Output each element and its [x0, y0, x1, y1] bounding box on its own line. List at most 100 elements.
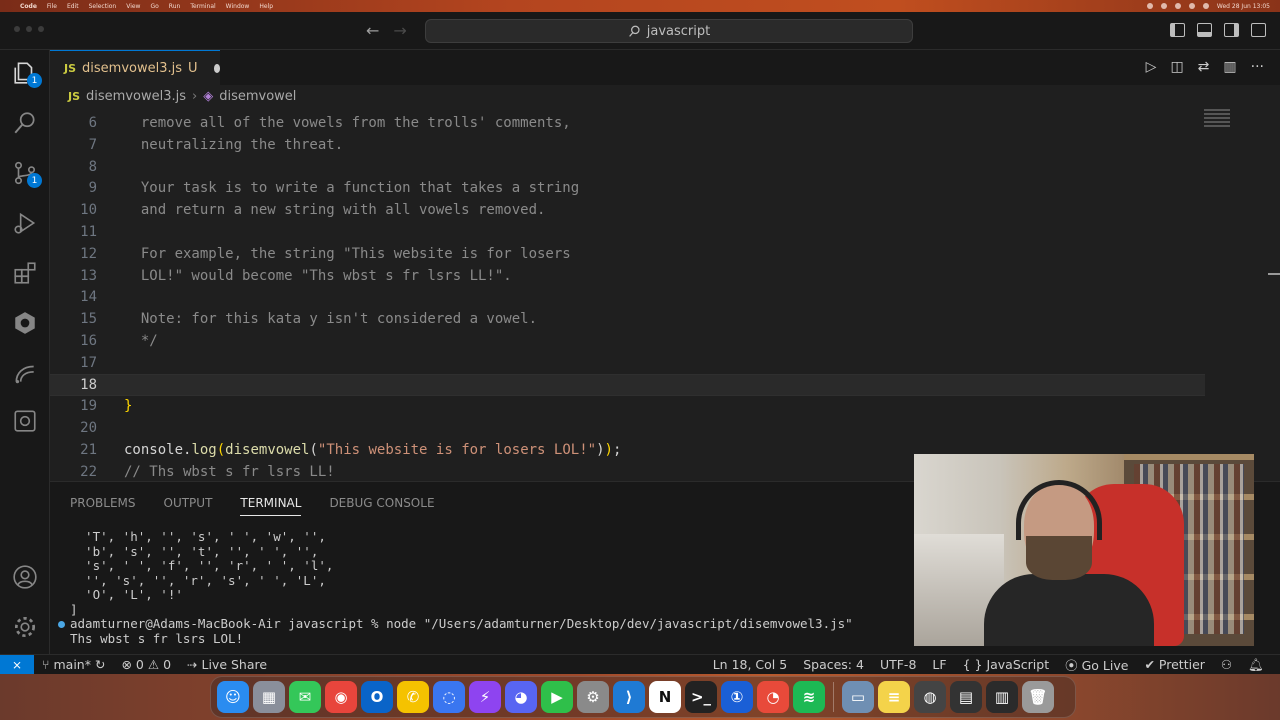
dock-app-finder-icon[interactable]: ☺: [217, 681, 249, 713]
breadcrumb-symbol[interactable]: disemvowel: [219, 89, 296, 104]
language-mode[interactable]: { } JavaScript: [963, 657, 1050, 672]
toggle-primary-sidebar-icon[interactable]: [1170, 23, 1185, 37]
code-line[interactable]: 6 remove all of the vowels from the trol…: [50, 112, 1205, 134]
dock-app-signal-icon[interactable]: ◌: [433, 681, 465, 713]
compare-icon[interactable]: ⇄: [1198, 59, 1210, 75]
code-line[interactable]: 14: [50, 286, 1205, 308]
go-live-button[interactable]: ⦿ Go Live: [1065, 655, 1128, 674]
tab-debug-console[interactable]: DEBUG CONSOLE: [329, 496, 434, 516]
forward-arrow-icon[interactable]: →: [393, 21, 406, 40]
unsaved-dot-icon[interactable]: [213, 63, 220, 73]
code-line[interactable]: 9 Your task is to write a function that …: [50, 177, 1205, 199]
problems-indicator[interactable]: ⊗ 0 ⚠ 0: [121, 657, 171, 672]
dock-app-activity-icon[interactable]: ◍: [914, 681, 946, 713]
dock-app-notion-icon[interactable]: N: [649, 681, 681, 713]
toggle-secondary-sidebar-icon[interactable]: [1224, 23, 1239, 37]
split-editor-icon[interactable]: ▥: [1223, 59, 1236, 75]
menu-edit[interactable]: Edit: [67, 3, 79, 10]
menu-view[interactable]: View: [126, 3, 140, 10]
run-debug-icon[interactable]: [12, 210, 38, 236]
dock-app-discord-icon[interactable]: ◕: [505, 681, 537, 713]
explorer-icon[interactable]: 1: [12, 60, 42, 88]
minimize-window-button[interactable]: [26, 26, 32, 32]
close-window-button[interactable]: [14, 26, 20, 32]
code-line[interactable]: 16 */: [50, 330, 1205, 352]
menubar-clock[interactable]: Wed 28 Jun 13:05: [1217, 3, 1270, 10]
dock-app-chrome-icon[interactable]: ◉: [325, 681, 357, 713]
testing-icon[interactable]: [12, 408, 38, 434]
encoding[interactable]: UTF-8: [880, 657, 916, 672]
dock-app-whatsapp-icon[interactable]: ✆: [397, 681, 429, 713]
code-line[interactable]: 7 neutralizing the threat.: [50, 134, 1205, 156]
back-arrow-icon[interactable]: ←: [366, 21, 379, 40]
status-icon[interactable]: [1174, 3, 1181, 9]
code-editor[interactable]: 6 remove all of the vowels from the trol…: [50, 107, 1280, 481]
accounts-icon[interactable]: [12, 564, 38, 590]
open-changes-icon[interactable]: ◫: [1170, 59, 1183, 75]
manage-gear-icon[interactable]: [12, 614, 38, 640]
tab-disemvowel3-js[interactable]: JS disemvowel3.js U: [50, 50, 220, 85]
code-line[interactable]: 10 and return a new string with all vowe…: [50, 199, 1205, 221]
branch-indicator[interactable]: ⑂ main* ↻: [42, 657, 105, 672]
menu-help[interactable]: Help: [259, 3, 273, 10]
code-line[interactable]: 11: [50, 221, 1205, 243]
status-icon[interactable]: [1160, 3, 1167, 9]
dock-app-spotify-icon[interactable]: ≋: [793, 681, 825, 713]
menu-file[interactable]: File: [47, 3, 57, 10]
code-line[interactable]: 18: [50, 373, 1205, 396]
dock-app-outlook-icon[interactable]: O: [361, 681, 393, 713]
tab-terminal[interactable]: TERMINAL: [240, 496, 302, 516]
tab-output[interactable]: OUTPUT: [164, 496, 213, 516]
code-line[interactable]: 15 Note: for this kata y isn't considere…: [50, 308, 1205, 330]
remote-indicator-icon[interactable]: ⨯: [0, 654, 34, 675]
cursor-position[interactable]: Ln 18, Col 5: [713, 657, 788, 672]
dock-app-vs-code-icon[interactable]: ⟩: [613, 681, 645, 713]
dock-app-terminal-icon[interactable]: >_: [685, 681, 717, 713]
status-icon[interactable]: [1146, 3, 1153, 9]
live-share-button[interactable]: ⇢ Live Share: [187, 657, 267, 672]
run-file-icon[interactable]: ▷: [1146, 59, 1157, 75]
extensions-icon[interactable]: [12, 260, 38, 286]
tab-problems[interactable]: PROBLEMS: [70, 496, 136, 516]
menu-run[interactable]: Run: [169, 3, 181, 10]
indentation[interactable]: Spaces: 4: [803, 657, 864, 672]
menu-go[interactable]: Go: [150, 3, 158, 10]
dock-app-launchpad-icon[interactable]: ▦: [253, 681, 285, 713]
accounts-status-icon[interactable]: ⚇: [1221, 657, 1232, 672]
dock-app-facetime-icon[interactable]: ▶: [541, 681, 573, 713]
search-icon[interactable]: [12, 110, 38, 136]
code-line[interactable]: 8: [50, 156, 1205, 178]
dock-app-preview-icon[interactable]: ▭: [842, 681, 874, 713]
scrollbar-marker[interactable]: [1268, 273, 1280, 275]
dock-app-messages-icon[interactable]: ✉: [289, 681, 321, 713]
toggle-panel-icon[interactable]: [1197, 23, 1212, 37]
code-line[interactable]: 17: [50, 352, 1205, 374]
code-line[interactable]: 12 For example, the string "This website…: [50, 243, 1205, 265]
code-line[interactable]: 13 LOL!" would become "Ths wbst s fr lsr…: [50, 265, 1205, 287]
customize-layout-icon[interactable]: [1251, 23, 1266, 37]
menu-selection[interactable]: Selection: [89, 3, 117, 10]
dock-app-settings-icon[interactable]: ⚙: [577, 681, 609, 713]
status-icon[interactable]: [1188, 3, 1195, 9]
dock-app-1password-icon[interactable]: ①: [721, 681, 753, 713]
code-line[interactable]: 20: [50, 417, 1205, 439]
dock-app-messenger-icon[interactable]: ⚡: [469, 681, 501, 713]
breadcrumb-file[interactable]: disemvowel3.js: [86, 89, 186, 104]
dock-app-notes-icon[interactable]: ≡: [878, 681, 910, 713]
menubar-app-name[interactable]: Code: [20, 3, 37, 10]
code-line[interactable]: 19}: [50, 395, 1205, 417]
dock-app-trash-icon[interactable]: 🗑: [1022, 681, 1054, 713]
more-actions-icon[interactable]: ···: [1251, 59, 1264, 75]
remote-explorer-icon[interactable]: [12, 360, 38, 386]
minimap[interactable]: [1204, 107, 1230, 131]
command-decoration-icon[interactable]: [58, 621, 65, 628]
source-control-icon[interactable]: 1: [12, 160, 42, 188]
menu-terminal[interactable]: Terminal: [190, 3, 215, 10]
end-of-line[interactable]: LF: [932, 657, 946, 672]
dock-app-focus-icon[interactable]: ◔: [757, 681, 789, 713]
prettier-button[interactable]: ✔ Prettier: [1144, 657, 1204, 672]
menu-window[interactable]: Window: [226, 3, 250, 10]
dock-app-window2-icon[interactable]: ▥: [986, 681, 1018, 713]
kubernetes-icon[interactable]: [12, 310, 38, 336]
dock-app-window-icon[interactable]: ▤: [950, 681, 982, 713]
